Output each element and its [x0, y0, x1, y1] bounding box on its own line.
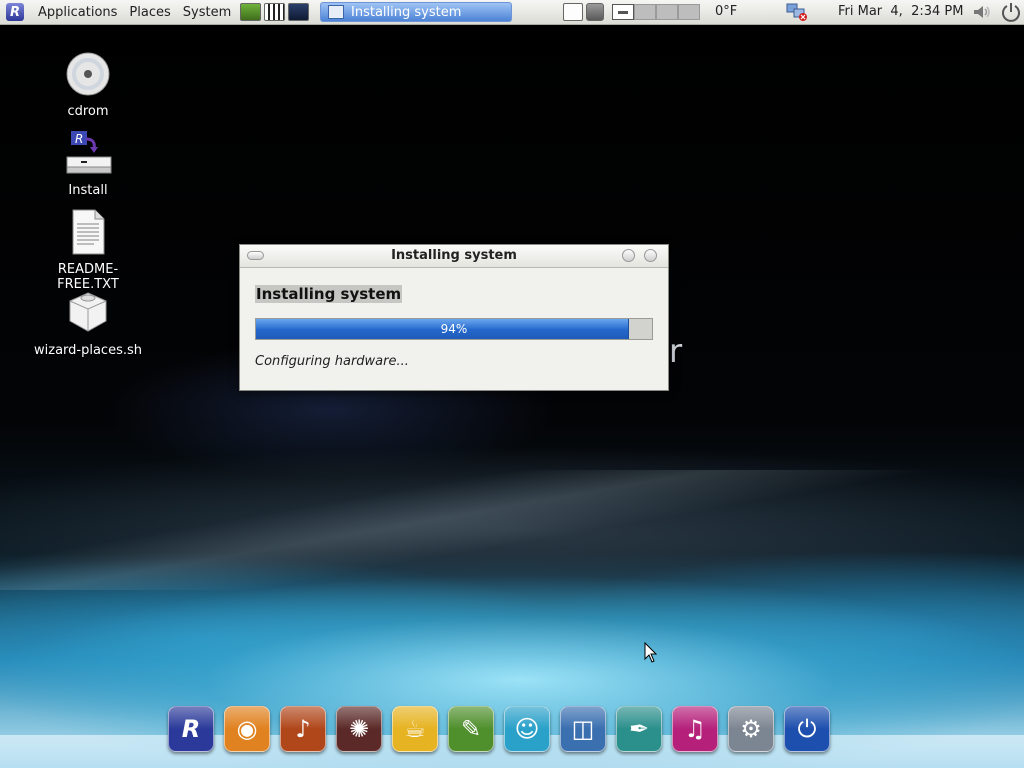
settings-icon: ⚙ [740, 715, 762, 743]
cdrom-icon [66, 52, 110, 96]
network-disconnected-icon[interactable] [786, 3, 808, 21]
memory-monitor-icon[interactable] [634, 4, 656, 20]
dock-item-music[interactable]: ♫ [672, 706, 718, 752]
office-icon: ◫ [571, 715, 595, 743]
dock-item-media-player[interactable]: ✺ [336, 706, 382, 752]
guitar-icon: ♪ [295, 715, 311, 743]
volume-icon[interactable] [972, 4, 992, 20]
dock-item-power[interactable]: ⏻ [784, 706, 830, 752]
dock-item-office[interactable]: ◫ [560, 706, 606, 752]
progress-percent: 94% [440, 322, 468, 336]
firefox-icon: ◉ [236, 715, 258, 743]
screenshot-launcher-icon[interactable] [288, 3, 310, 21]
taskbar-window-label: Installing system [351, 4, 462, 20]
dock-item-settings[interactable]: ⚙ [728, 706, 774, 752]
shutdown-icon[interactable] [1000, 1, 1022, 23]
messenger-icon: ☺ [514, 715, 540, 743]
graphics-editor-icon: ✎ [460, 715, 482, 743]
system-monitor-launcher-icon[interactable] [240, 3, 262, 21]
keyboard-launcher-icon[interactable] [264, 3, 286, 21]
installer-window-icon [328, 5, 344, 19]
close-button[interactable] [644, 249, 657, 262]
dock-item-coffee[interactable]: ☕ [392, 706, 438, 752]
coffee-icon: ☕ [404, 715, 426, 743]
mouse-cursor-icon [644, 642, 658, 663]
disk-monitor-icon[interactable] [678, 4, 700, 20]
wallpaper-logo-fragment: r [669, 332, 683, 370]
menu-applications[interactable]: Applications [32, 5, 123, 20]
feather-writer-icon: ✒ [628, 715, 650, 743]
trash-icon[interactable] [586, 3, 604, 21]
top-panel: R Applications Places System Installing … [0, 0, 1024, 25]
distro-logo-icon[interactable]: R [6, 3, 24, 21]
desktop-icon-label: cdrom [67, 104, 109, 119]
dock: R ◉ ♪ ✺ ☕ ✎ ☺ ◫ ✒ ♫ ⚙ ⏻ [168, 706, 840, 754]
dock-item-distro[interactable]: R [168, 706, 214, 752]
dialog-titlebar[interactable]: Installing system [240, 245, 668, 268]
menu-places[interactable]: Places [123, 5, 176, 20]
right-tray [560, 0, 700, 24]
desktop-icon-readme[interactable]: README-FREE.TXT [28, 208, 148, 292]
distro-logo-icon: R [181, 715, 201, 743]
desktop-icon-label: Install [68, 183, 108, 198]
minimize-button[interactable] [622, 249, 635, 262]
desktop-icon-label: wizard-places.sh [34, 343, 142, 358]
install-status-text: Configuring hardware... [255, 354, 409, 369]
install-icon: R [66, 131, 112, 174]
install-progress-bar: 94% [255, 318, 653, 340]
menu-system[interactable]: System [177, 5, 237, 20]
media-player-icon: ✺ [348, 715, 370, 743]
cpu-monitor-icon[interactable] [612, 4, 634, 20]
network-monitor-icon[interactable] [656, 4, 678, 20]
music-icon: ♫ [684, 715, 706, 743]
desktop-icon-wizard[interactable]: wizard-places.sh [28, 289, 148, 358]
script-file-icon [69, 292, 107, 332]
wallpaper-streak [0, 470, 1024, 590]
desktop-icon-label: README-FREE.TXT [57, 262, 119, 292]
weather-temperature[interactable]: 0°F [715, 4, 737, 19]
dock-item-writer[interactable]: ✒ [616, 706, 662, 752]
show-desktop-icon[interactable] [563, 3, 583, 21]
desktop-icon-install[interactable]: R Install [28, 129, 148, 198]
installer-dialog: Installing system Installing system 94% … [239, 244, 669, 391]
text-file-icon [72, 209, 105, 255]
dialog-heading: Installing system [255, 285, 403, 303]
taskbar-window-button[interactable]: Installing system [320, 2, 512, 22]
dock-item-graphics[interactable]: ✎ [448, 706, 494, 752]
dock-item-firefox[interactable]: ◉ [224, 706, 270, 752]
dialog-title: Installing system [391, 248, 517, 263]
clock[interactable]: Fri Mar 4, 2:34 PM [838, 4, 963, 19]
power-icon: ⏻ [797, 715, 817, 743]
desktop-icon-cdrom[interactable]: cdrom [28, 50, 148, 119]
dock-item-messenger[interactable]: ☺ [504, 706, 550, 752]
svg-text:R: R [75, 132, 83, 146]
dock-item-guitar[interactable]: ♪ [280, 706, 326, 752]
